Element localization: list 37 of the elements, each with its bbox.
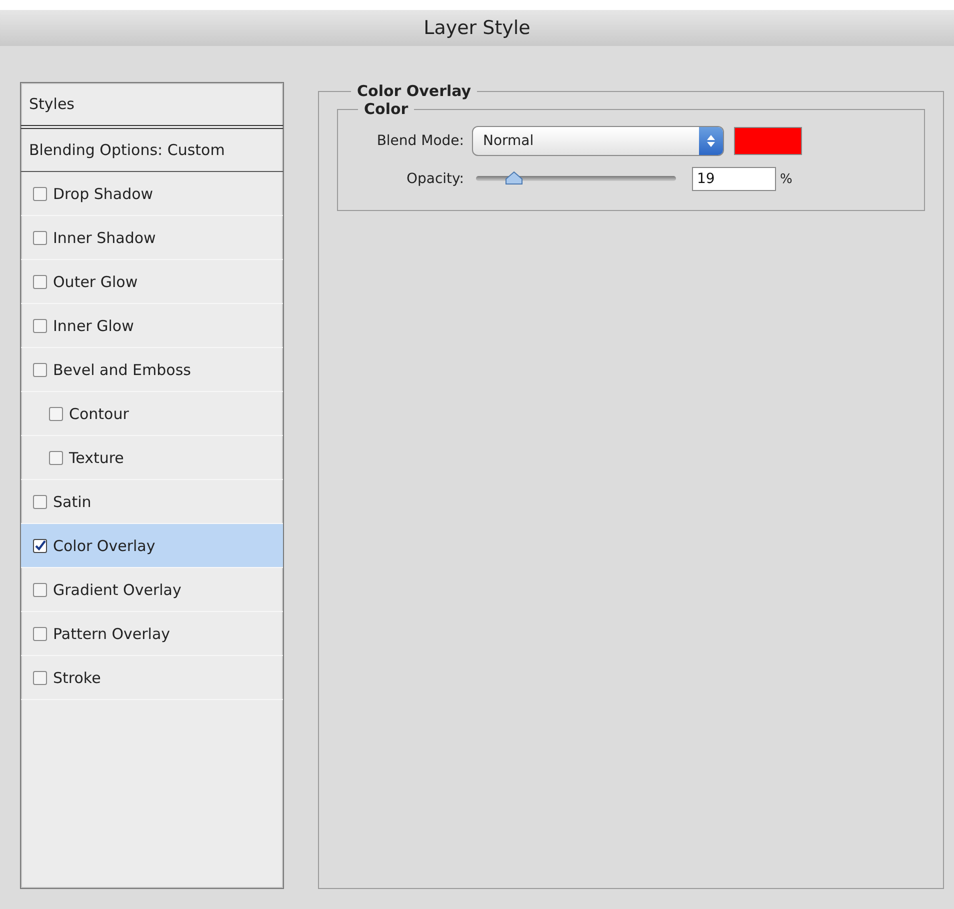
checkbox[interactable] — [33, 230, 47, 244]
blend-mode-dropdown[interactable]: Normal — [472, 126, 724, 156]
checkbox[interactable] — [49, 450, 63, 464]
style-list-item[interactable]: Gradient Overlay — [21, 568, 283, 612]
style-list-item[interactable]: Color Overlay — [21, 524, 283, 568]
checkbox[interactable] — [33, 494, 47, 508]
blend-mode-label: Blend Mode: — [376, 133, 464, 149]
style-list-item[interactable]: Outer Glow — [21, 260, 283, 304]
checkbox[interactable] — [33, 318, 47, 332]
style-list-item[interactable]: Bevel and Emboss — [21, 348, 283, 392]
blending-options-item[interactable]: Blending Options: Custom — [21, 129, 283, 172]
style-list-item[interactable]: Inner Glow — [21, 304, 283, 348]
style-list-item[interactable]: Pattern Overlay — [21, 612, 283, 656]
color-swatch[interactable] — [734, 127, 802, 155]
checkbox[interactable] — [33, 626, 47, 640]
checkbox[interactable] — [33, 362, 47, 376]
style-list-item[interactable]: Drop Shadow — [21, 172, 283, 216]
style-list-item[interactable]: Contour — [21, 392, 283, 436]
checkbox[interactable] — [33, 186, 47, 200]
slider-thumb[interactable] — [505, 171, 523, 185]
style-list-item[interactable]: Texture — [21, 436, 283, 480]
group-title: Color — [363, 100, 410, 118]
checkbox[interactable] — [49, 406, 63, 420]
group-title: Color Overlay — [356, 82, 472, 100]
style-list-item[interactable]: Inner Shadow — [21, 216, 283, 260]
checkbox[interactable] — [33, 670, 47, 684]
checkbox[interactable] — [33, 274, 47, 288]
checkbox[interactable] — [33, 538, 47, 552]
opacity-label: Opacity: — [405, 171, 464, 187]
opacity-slider[interactable] — [476, 171, 676, 187]
window-title: Layer Style — [424, 17, 530, 39]
percent-unit: % — [780, 172, 792, 186]
checkbox[interactable] — [33, 582, 47, 596]
dropdown-arrows-icon — [699, 127, 723, 155]
style-list-item[interactable]: Stroke — [21, 656, 283, 700]
opacity-input[interactable]: 19 — [692, 167, 776, 191]
styles-header[interactable]: Styles — [21, 83, 283, 129]
